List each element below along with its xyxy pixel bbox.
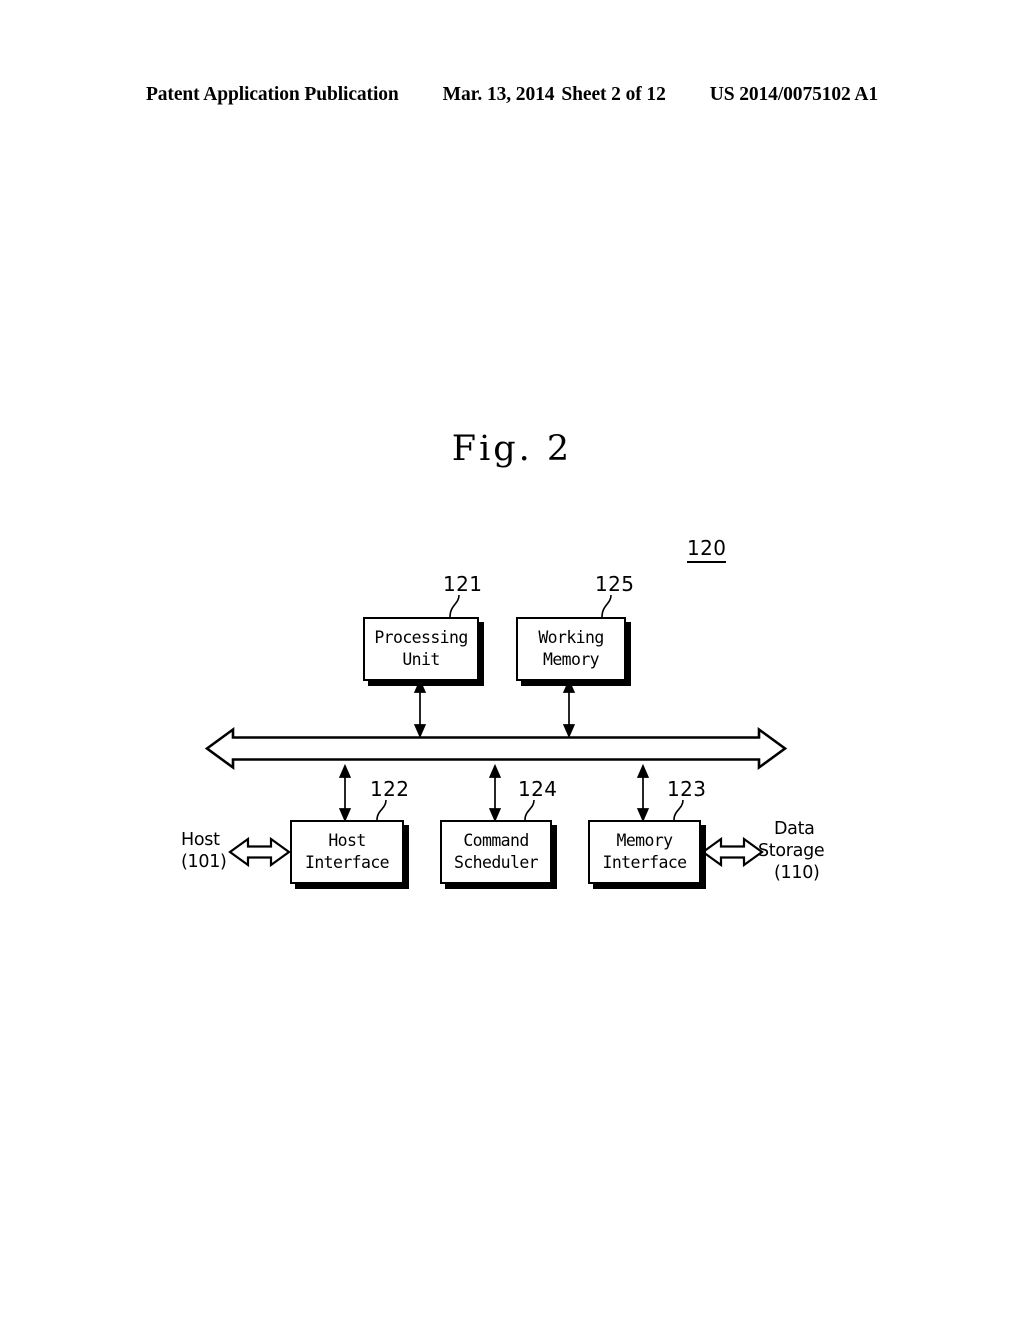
bus-connector-processing-unit xyxy=(413,678,427,739)
bus-connector-working-memory xyxy=(562,678,576,739)
diagram-canvas xyxy=(204,594,788,868)
reference-numeral-124: 124 xyxy=(518,777,558,801)
block-command-scheduler-line1: Command xyxy=(463,831,529,851)
system-bus-arrow xyxy=(204,726,788,771)
reference-numeral-121: 121 xyxy=(443,572,483,596)
data-storage-link-arrow xyxy=(701,836,764,868)
reference-numeral-123: 123 xyxy=(667,777,707,801)
external-label-host-line1: Host xyxy=(181,830,220,850)
reference-numeral-120: 120 xyxy=(687,536,727,563)
block-command-scheduler-line2: Scheduler xyxy=(453,853,539,872)
external-label-data-storage-line2: Storage xyxy=(758,841,825,862)
leader-line-121 xyxy=(449,594,460,618)
external-label-data-storage-line1: Data xyxy=(774,819,815,839)
block-memory-interface: Memory Interface xyxy=(588,820,701,884)
leader-line-123 xyxy=(673,799,684,821)
reference-numeral-125: 125 xyxy=(595,572,635,596)
reference-numeral-122: 122 xyxy=(370,777,410,801)
external-label-data-storage-line3: (110) xyxy=(774,863,820,884)
block-host-interface: Host Interface xyxy=(290,820,404,884)
block-memory-interface-line2: Interface xyxy=(602,853,687,872)
external-label-host: Host (101) xyxy=(181,829,227,873)
leader-line-124 xyxy=(524,799,535,821)
block-host-interface-line1: Host xyxy=(328,831,366,851)
block-working-memory: Working Memory xyxy=(516,617,626,681)
block-working-memory-line2: Memory xyxy=(542,650,600,669)
block-host-interface-line2: Interface xyxy=(304,853,390,872)
block-command-scheduler: Command Scheduler xyxy=(440,820,552,884)
block-processing-unit-line2: Unit xyxy=(402,650,440,669)
leader-line-122 xyxy=(376,799,387,821)
host-link-arrow xyxy=(228,836,291,868)
bus-connector-memory-interface xyxy=(636,763,650,823)
block-processing-unit: Processing Unit xyxy=(363,617,479,681)
block-working-memory-line1: Working xyxy=(538,628,604,648)
figure-diagram xyxy=(0,0,1024,1320)
block-memory-interface-line1: Memory xyxy=(616,831,673,851)
external-label-data-storage: Data Storage (110) xyxy=(758,818,825,884)
bus-connector-host-interface xyxy=(338,763,352,823)
external-label-host-line2: (101) xyxy=(181,852,227,873)
bus-connector-command-scheduler xyxy=(488,763,502,823)
leader-line-125 xyxy=(601,594,612,618)
block-processing-unit-line1: Processing xyxy=(374,628,468,648)
